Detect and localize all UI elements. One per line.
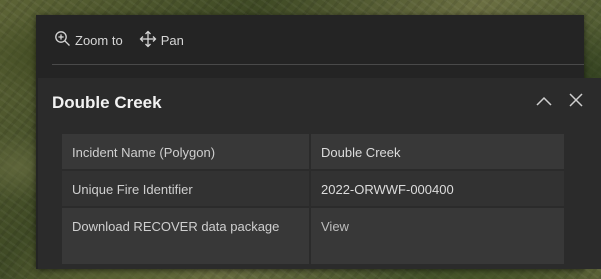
attribute-value: View [311,208,564,264]
table-row: Download RECOVER data package View [62,208,564,266]
action-bar-divider [52,64,584,65]
close-icon [569,92,583,112]
close-button[interactable] [564,90,588,114]
feature-panel: Double Creek Incident Name (Polygon) Dou… [38,78,601,269]
pan-icon [139,30,161,51]
popup-action-bar: Zoom to Pan [36,15,584,65]
zoom-to-button[interactable]: Zoom to [54,30,123,50]
attribute-label: Incident Name (Polygon) [62,134,311,169]
zoom-in-icon [54,30,75,50]
zoom-to-label: Zoom to [75,32,123,48]
table-row: Unique Fire Identifier 2022-ORWWF-000400 [62,171,564,208]
pan-label: Pan [160,32,184,48]
attribute-table: Incident Name (Polygon) Double Creek Uni… [62,134,564,266]
attribute-value: 2022-ORWWF-000400 [321,182,454,197]
chevron-up-icon [536,93,552,111]
view-link[interactable]: View [321,219,349,234]
attribute-value: Double Creek [321,145,401,160]
table-row: Incident Name (Polygon) Double Creek [62,134,564,171]
feature-title: Double Creek [52,93,162,112]
collapse-button[interactable] [532,90,556,114]
pan-button[interactable]: Pan [139,30,184,51]
attribute-label: Download RECOVER data package [62,208,311,264]
feature-popup: Zoom to Pan Double Creek Incident Name (… [36,15,601,269]
attribute-label: Unique Fire Identifier [62,171,311,206]
feature-header: Double Creek [38,78,601,128]
